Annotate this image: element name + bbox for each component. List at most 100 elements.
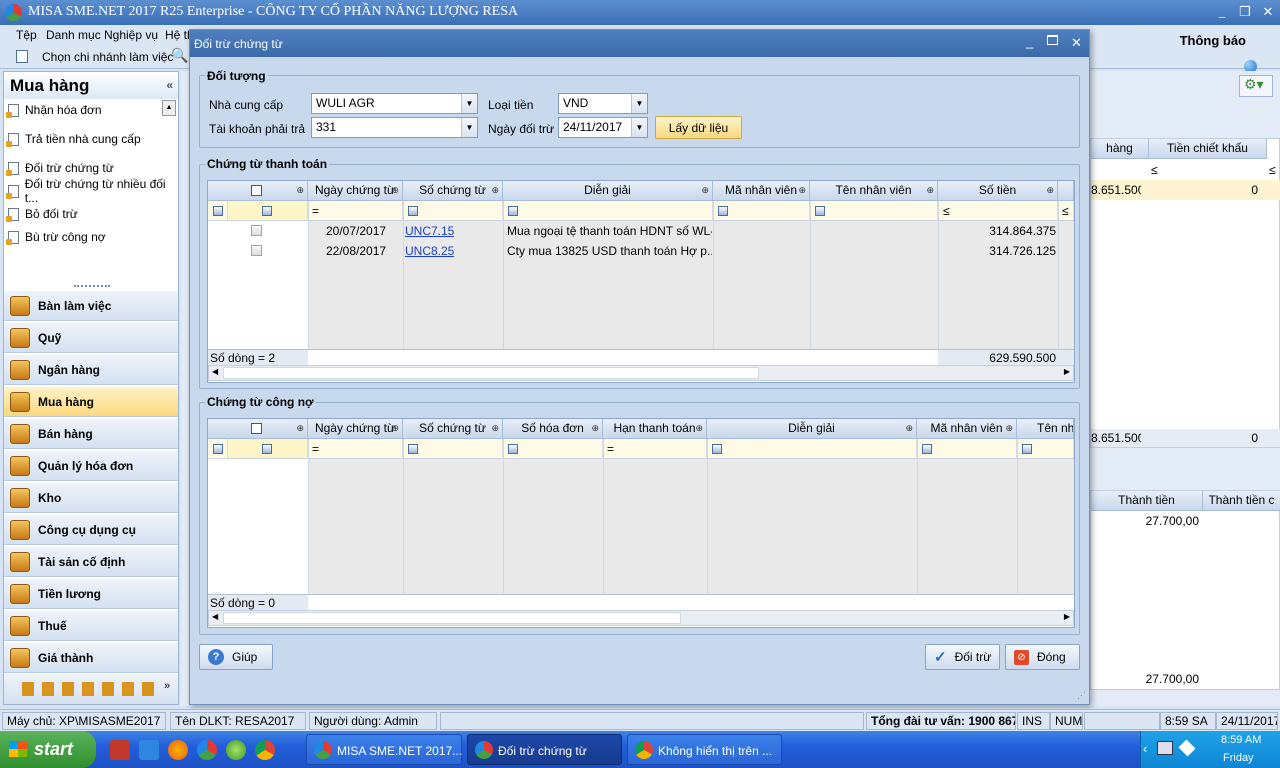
dropbox-icon[interactable] — [1178, 739, 1196, 757]
task-nhan-hoa-don[interactable]: Nhận hóa đơn — [6, 100, 164, 120]
scroll-thumb[interactable] — [223, 612, 681, 624]
filter-cell[interactable]: ≤ — [1058, 201, 1074, 221]
quicklaunch-app-icon[interactable] — [139, 740, 159, 760]
scroll-thumb[interactable] — [223, 367, 759, 379]
module-hoa-don[interactable]: Quản lý hóa đơn — [4, 450, 178, 481]
notification-button[interactable]: Thông báo — [1180, 33, 1246, 48]
filter-cell[interactable]: = — [308, 439, 403, 459]
select-all-checkbox[interactable] — [251, 185, 262, 196]
clock-time[interactable]: 8:59 AM — [1221, 734, 1261, 746]
task-doi-tru[interactable]: Đối trừ chứng từ — [6, 158, 114, 178]
filter-cell[interactable] — [707, 439, 917, 459]
resize-grip-icon[interactable]: ⋰ — [1077, 690, 1086, 701]
task-bo-doi-tru[interactable]: Bỏ đối trừ — [6, 204, 78, 224]
menu-operations[interactable]: Nghiệp vụ — [104, 28, 158, 42]
scroll-left-icon[interactable]: ◀ — [212, 367, 218, 376]
pin-icon[interactable]: ⊕ — [491, 181, 499, 200]
select-all-checkbox[interactable] — [251, 423, 262, 434]
filter-cell[interactable] — [503, 201, 713, 221]
table-row[interactable]: 20/07/2017 UNC7.15 Mua ngoại tệ thanh to… — [208, 221, 1074, 241]
module-quy[interactable]: Quỹ — [4, 322, 178, 353]
col-ma-nv[interactable]: Mã nhân viên ⊕ — [917, 419, 1017, 439]
more-modules-icon[interactable]: » — [164, 680, 170, 692]
module-kho[interactable]: Kho — [4, 482, 178, 513]
module-ban-hang[interactable]: Bán hàng — [4, 418, 178, 449]
filter-cell[interactable] — [403, 201, 503, 221]
chevron-down-icon[interactable]: ▼ — [461, 118, 477, 137]
table-row[interactable]: 22/08/2017 UNC8.25 Cty mua 13825 USD tha… — [208, 241, 1074, 261]
row-checkbox[interactable] — [251, 225, 262, 236]
pin-icon[interactable]: ⊕ — [1005, 419, 1013, 438]
pin-icon[interactable]: ⊕ — [491, 419, 499, 438]
chevron-down-icon[interactable]: ▼ — [631, 118, 647, 137]
collapse-icon[interactable]: « — [166, 78, 173, 92]
col-ten-nv[interactable]: Tên nhân viên ⊕ — [810, 181, 938, 201]
close-icon[interactable]: ✕ — [1071, 35, 1082, 51]
scroll-left-icon[interactable]: ◀ — [212, 612, 218, 621]
module-cong-cu[interactable]: Công cụ dụng cụ — [4, 514, 178, 545]
task-tra-tien[interactable]: Trả tiền nhà cung cấp — [6, 129, 141, 149]
maximize-icon[interactable] — [1047, 35, 1058, 45]
scroll-up-icon[interactable]: ▲ — [162, 100, 176, 116]
cell-so-chung-tu-link[interactable]: UNC7.15 — [405, 221, 454, 241]
loai-tien-combo[interactable]: VND ▼ — [558, 93, 648, 114]
pin-icon[interactable]: ⊕ — [1046, 181, 1054, 200]
tray-chevron-icon[interactable]: ‹ — [1143, 741, 1147, 756]
mini-module-icons[interactable] — [22, 682, 158, 696]
chevron-down-icon[interactable]: ▼ — [461, 94, 477, 113]
module-thue[interactable]: Thuế — [4, 610, 178, 641]
menu-file[interactable]: Tệp — [16, 28, 37, 42]
filter-cell[interactable] — [713, 201, 810, 221]
col-ma-nv[interactable]: Mã nhân viên ⊕ — [713, 181, 810, 201]
start-button[interactable]: start — [0, 731, 96, 768]
doi-tru-button[interactable]: ✓ Đối trừ — [925, 644, 1000, 670]
misa-icon[interactable] — [197, 740, 217, 760]
pin-icon[interactable]: ⊕ — [391, 181, 399, 200]
pin-icon[interactable]: ⊕ — [905, 419, 913, 438]
filter-cell[interactable]: = — [603, 439, 707, 459]
col-so[interactable]: Số chứng từ ⊕ — [403, 181, 503, 201]
scroll-right-icon[interactable]: ▶ — [1064, 367, 1070, 376]
filter-cell[interactable] — [228, 201, 308, 221]
minimize-icon[interactable]: _ — [1213, 4, 1231, 20]
pin-icon[interactable]: ⊕ — [296, 419, 304, 438]
col-ngay[interactable]: Ngày chứng từ ⊕ — [308, 419, 403, 439]
search-icon[interactable]: 🔍 — [171, 47, 188, 64]
col-ngay[interactable]: Ngày chứng từ ⊕ — [308, 181, 403, 201]
pin-icon[interactable]: ⊕ — [926, 181, 934, 200]
module-gia-thanh[interactable]: Giá thành — [4, 642, 178, 673]
branch-selector[interactable]: Chọn chi nhánh làm việc — [42, 50, 173, 64]
horizontal-scrollbar[interactable]: ◀ ▶ — [208, 365, 1074, 381]
refresh-app-icon[interactable] — [226, 740, 246, 760]
module-ngan-hang[interactable]: Ngân hàng — [4, 354, 178, 385]
row-checkbox[interactable] — [251, 245, 262, 256]
filter-cell[interactable] — [208, 201, 228, 221]
pin-icon[interactable]: ⊕ — [591, 419, 599, 438]
scroll-right-icon[interactable]: ▶ — [1064, 612, 1070, 621]
network-icon[interactable] — [1157, 741, 1173, 755]
menu-catalog[interactable]: Danh mục — [46, 28, 101, 42]
chevron-down-icon[interactable]: ▼ — [631, 94, 647, 113]
quicklaunch-app-icon[interactable] — [110, 740, 130, 760]
branch-icon[interactable] — [16, 50, 28, 63]
task-doi-tru-nhieu[interactable]: Đối trừ chứng từ nhiều đối t... — [6, 177, 178, 205]
minimize-icon[interactable]: _ — [1026, 34, 1033, 49]
col-so[interactable]: Số chứng từ ⊕ — [403, 419, 503, 439]
pin-icon[interactable]: ⊕ — [798, 181, 806, 200]
task-bu-tru[interactable]: Bù trừ công nợ — [6, 227, 106, 247]
tai-khoan-combo[interactable]: 331 ▼ — [311, 117, 478, 138]
ngay-doi-tru-picker[interactable]: 24/11/2017 ▼ — [558, 117, 648, 138]
horizontal-scrollbar[interactable]: ◀ ▶ — [208, 610, 1074, 626]
filter-cell[interactable]: = — [308, 201, 403, 221]
module-tien-luong[interactable]: Tiền lương — [4, 578, 178, 609]
col-dien-giai[interactable]: Diễn giải ⊕ — [707, 419, 917, 439]
pin-icon[interactable]: ⊕ — [391, 419, 399, 438]
module-mua-hang[interactable]: Mua hàng — [4, 386, 178, 417]
cell-so-chung-tu-link[interactable]: UNC8.25 — [405, 241, 454, 261]
col-han-thanh-toan[interactable]: Hạn thanh toán ⊕ — [603, 419, 707, 439]
col-ten-nv[interactable]: Tên nhâ — [1017, 419, 1074, 439]
pin-icon[interactable]: ⊕ — [296, 181, 304, 200]
col-dien-giai[interactable]: Diễn giải ⊕ — [503, 181, 713, 201]
col-so-tien[interactable]: Số tiền ⊕ — [938, 181, 1058, 201]
lay-du-lieu-button[interactable]: Lấy dữ liệu — [655, 116, 742, 139]
